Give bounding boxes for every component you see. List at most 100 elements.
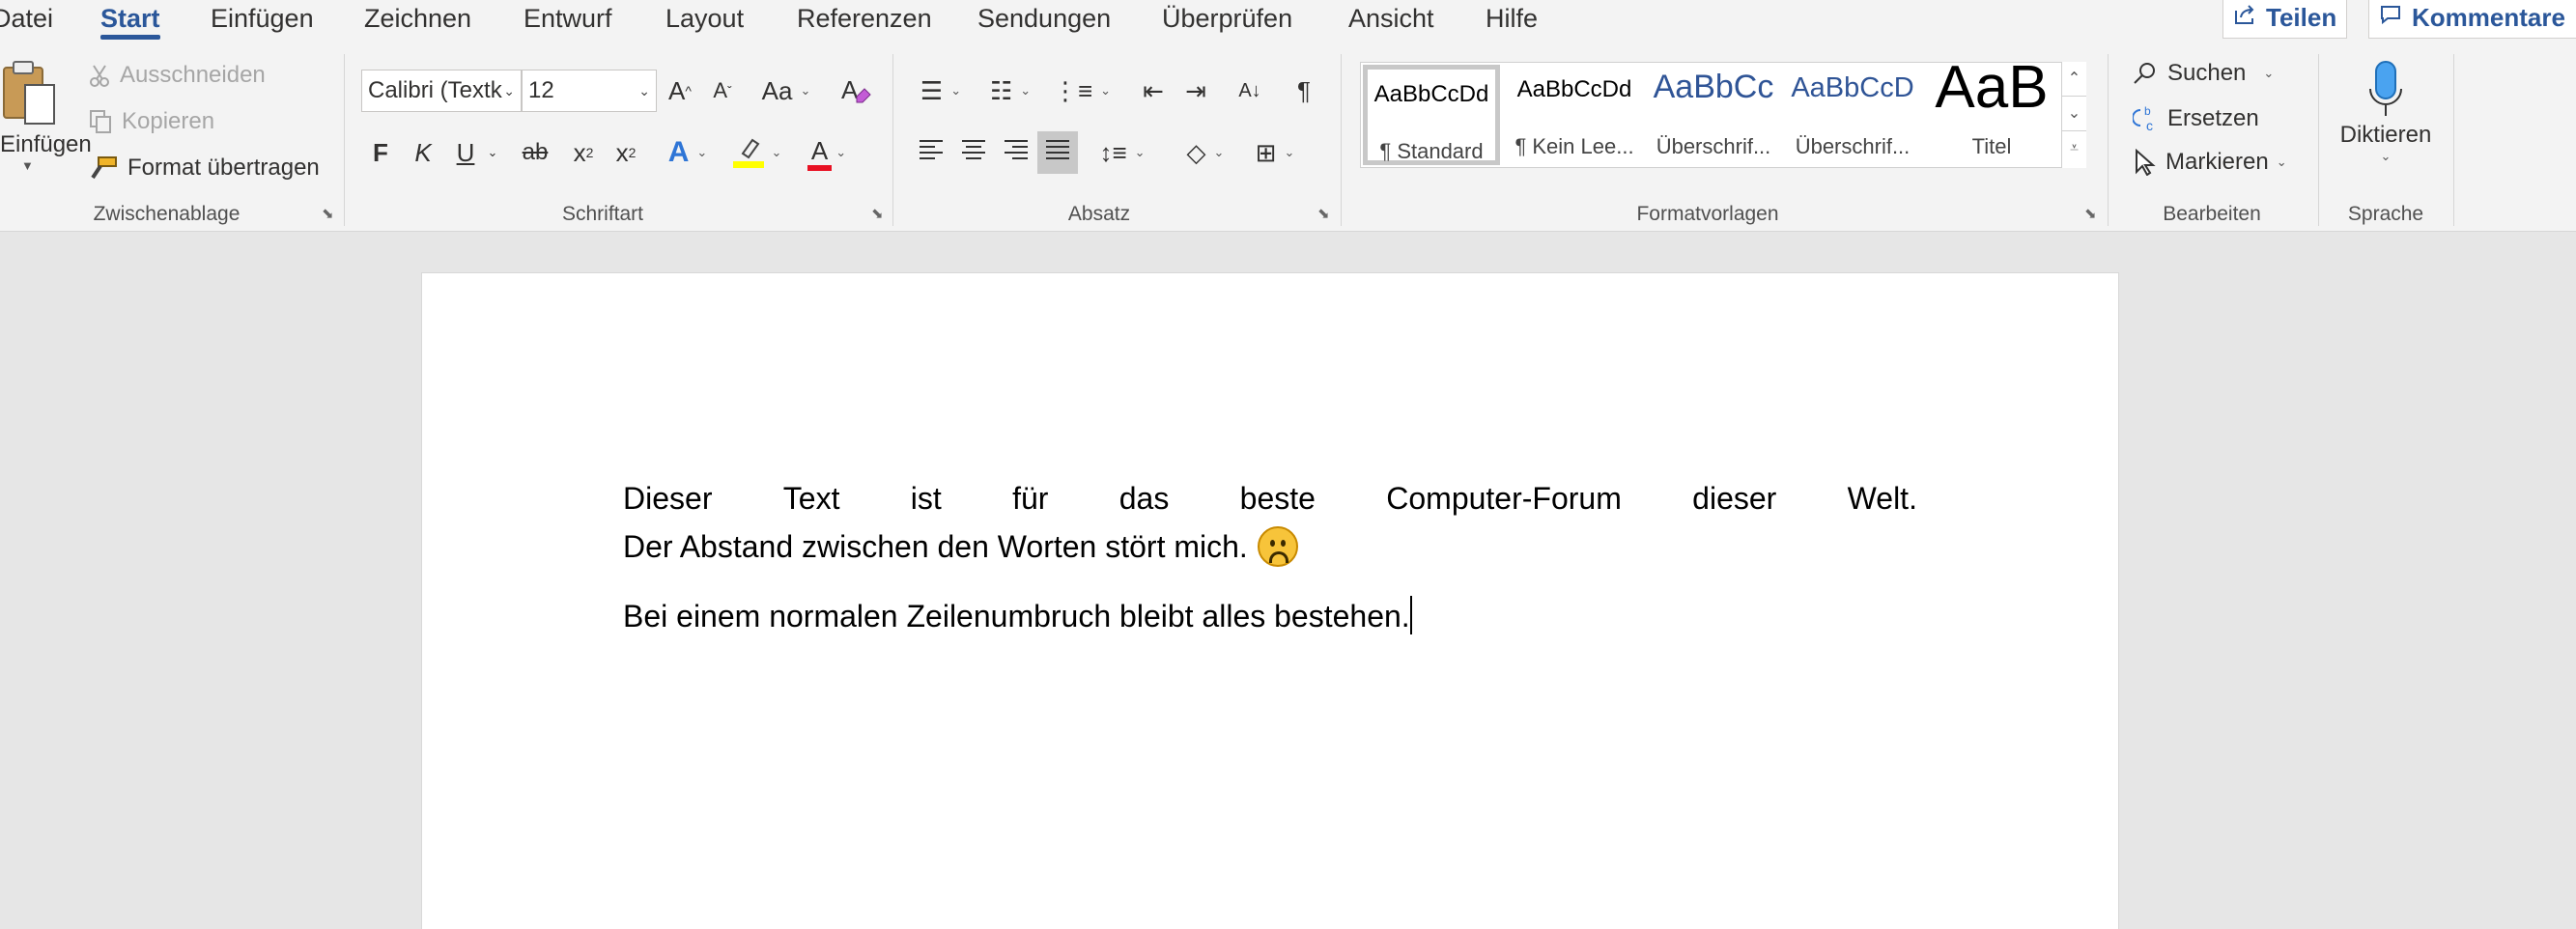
separator xyxy=(892,54,893,226)
increase-indent-button[interactable]: ⇥ xyxy=(1176,71,1215,110)
clipboard-launcher-icon[interactable]: ⬊ xyxy=(322,207,337,222)
separator xyxy=(1341,54,1342,226)
text-cursor xyxy=(1409,596,1412,634)
highlight-button[interactable]: ⌄ xyxy=(726,133,788,172)
justify-button[interactable] xyxy=(1037,131,1078,174)
align-center-icon xyxy=(960,138,987,168)
tab-help[interactable]: Hilfe xyxy=(1486,0,1538,41)
chevron-up-icon[interactable]: ⌃ xyxy=(2062,62,2086,97)
styles-gallery: AaBbCcDd ¶ Standard AaBbCcDd ¶ Kein Lee.… xyxy=(1360,54,2086,168)
style-name: ¶ Kein Lee... xyxy=(1514,134,1634,158)
comments-button[interactable]: Kommentare xyxy=(2368,0,2576,39)
line-spacing-icon: ↕≡ xyxy=(1099,137,1127,167)
more-styles-icon[interactable]: ⩡ xyxy=(2062,131,2086,166)
chevron-down-icon: ▼ xyxy=(21,158,34,173)
sort-button[interactable]: A↓ xyxy=(1231,71,1269,110)
select-label: Markieren xyxy=(2166,149,2269,175)
copy-icon xyxy=(89,109,112,134)
chevron-down-icon[interactable]: ⌄ xyxy=(2062,97,2086,131)
find-button[interactable]: Suchen ⌄ xyxy=(2133,60,2274,87)
shrink-font-icon: A xyxy=(713,78,727,102)
shrink-font-button[interactable]: Aˇ xyxy=(703,71,742,110)
format-painter-button[interactable]: Format übertragen xyxy=(89,155,320,182)
subscript-icon: x xyxy=(573,137,586,167)
separator xyxy=(2108,54,2109,226)
font-name-combo[interactable]: Calibri (Textk ⌄ xyxy=(361,70,522,112)
tab-references[interactable]: Referenzen xyxy=(797,0,932,41)
font-size-combo[interactable]: 12 ⌄ xyxy=(522,70,657,112)
tab-review[interactable]: Überprüfen xyxy=(1162,0,1292,41)
cut-button[interactable]: Ausschneiden xyxy=(89,62,266,89)
borders-button[interactable]: ⊞ ⌄ xyxy=(1244,133,1306,172)
sort-az-icon: A↓ xyxy=(1238,79,1261,101)
bold-button[interactable]: F xyxy=(361,133,400,172)
word: Welt. xyxy=(1847,481,1917,516)
word: dieser xyxy=(1692,481,1777,516)
shading-button[interactable]: ◇ ⌄ xyxy=(1175,133,1236,172)
change-case-button[interactable]: Aa ⌄ xyxy=(757,71,815,110)
word: für xyxy=(1012,481,1049,516)
grow-font-button[interactable]: A ^ xyxy=(661,71,699,110)
align-center-button[interactable] xyxy=(954,133,993,172)
bullets-button[interactable]: ☰ ⌄ xyxy=(912,71,970,110)
style-tile-no-spacing[interactable]: AaBbCcDd ¶ Kein Lee... xyxy=(1506,65,1643,165)
chevron-down-icon: ⌄ xyxy=(638,83,650,99)
paragraph-text: Bei einem normalen Zeilenumbruch bleibt … xyxy=(623,599,1410,633)
font-launcher-icon[interactable]: ⬊ xyxy=(871,207,887,222)
paragraph-launcher-icon[interactable]: ⬊ xyxy=(1317,207,1333,222)
ribbon: Einfügen ▼ Ausschneiden Kopieren Format … xyxy=(0,41,2576,232)
paste-button[interactable]: Einfügen ▼ xyxy=(0,60,92,173)
style-tile-title[interactable]: AaB Titel xyxy=(1923,54,2060,165)
document-paragraph-2[interactable]: Bei einem normalen Zeilenumbruch bleibt … xyxy=(623,592,1917,640)
decrease-indent-button[interactable]: ⇤ xyxy=(1134,71,1173,110)
line-spacing-button[interactable]: ↕≡ ⌄ xyxy=(1091,133,1153,172)
style-sample: AaB xyxy=(1935,54,2049,121)
document-paragraph-1[interactable]: Dieser Text ist für das beste Computer-F… xyxy=(623,474,1917,571)
text-effects-icon: A xyxy=(667,136,690,168)
multilevel-list-button[interactable]: ⋮≡ ⌄ xyxy=(1053,71,1111,110)
svg-text:b: b xyxy=(2144,104,2151,118)
clear-formatting-button[interactable]: A xyxy=(836,71,875,110)
dictate-button[interactable]: Diktieren ⌄ xyxy=(2328,60,2444,164)
tab-home[interactable]: Start xyxy=(100,0,160,41)
align-right-button[interactable] xyxy=(997,133,1035,172)
grow-font-icon: A xyxy=(668,75,686,105)
tab-draw[interactable]: Zeichnen xyxy=(364,0,471,41)
subscript-button[interactable]: x2 xyxy=(564,133,603,172)
numbering-button[interactable]: ☷ ⌄ xyxy=(981,71,1039,110)
multilevel-list-icon: ⋮≡ xyxy=(1052,75,1093,105)
paste-label: Einfügen xyxy=(0,131,92,157)
tab-file[interactable]: Datei xyxy=(0,0,53,41)
font-group-label: Schriftart xyxy=(561,203,644,225)
gallery-scroll: ⌃ ⌄ ⩡ xyxy=(2061,62,2086,168)
tab-insert[interactable]: Einfügen xyxy=(211,0,314,41)
tab-view[interactable]: Ansicht xyxy=(1348,0,1434,41)
font-color-button[interactable]: A ⌄ xyxy=(798,133,860,172)
style-tile-heading1[interactable]: AaBbCc Überschrif... xyxy=(1645,65,1782,165)
italic-button[interactable]: K xyxy=(404,133,442,172)
share-label: Teilen xyxy=(2266,3,2337,32)
style-tile-heading2[interactable]: AaBbCcD Überschrif... xyxy=(1784,65,1921,165)
tab-design[interactable]: Entwurf xyxy=(524,0,612,41)
strikethrough-button[interactable]: ab xyxy=(516,133,554,172)
chevron-down-icon[interactable]: ⌄ xyxy=(481,133,504,172)
share-button[interactable]: Teilen xyxy=(2222,0,2348,39)
align-left-button[interactable] xyxy=(912,133,950,172)
comments-label: Kommentare xyxy=(2412,3,2565,32)
styles-launcher-icon[interactable]: ⬊ xyxy=(2084,207,2100,222)
select-button[interactable]: Markieren ⌄ xyxy=(2133,149,2287,176)
replace-button[interactable]: bc Ersetzen xyxy=(2133,104,2259,133)
document-page[interactable]: Dieser Text ist für das beste Computer-F… xyxy=(421,272,2119,929)
tab-mailings[interactable]: Sendungen xyxy=(977,0,1111,41)
tab-layout[interactable]: Layout xyxy=(665,0,744,41)
underline-button[interactable]: U xyxy=(446,133,485,172)
copy-button[interactable]: Kopieren xyxy=(89,108,214,135)
style-sample: AaBbCcD xyxy=(1791,72,1914,103)
show-marks-button[interactable]: ¶ xyxy=(1285,71,1323,110)
style-sample: AaBbCcDd xyxy=(1373,81,1489,107)
replace-icon: bc xyxy=(2133,104,2158,133)
share-icon xyxy=(2233,3,2256,26)
style-tile-standard[interactable]: AaBbCcDd ¶ Standard xyxy=(1363,65,1500,165)
superscript-button[interactable]: x2 xyxy=(607,133,645,172)
text-effects-button[interactable]: A ⌄ xyxy=(657,133,719,172)
